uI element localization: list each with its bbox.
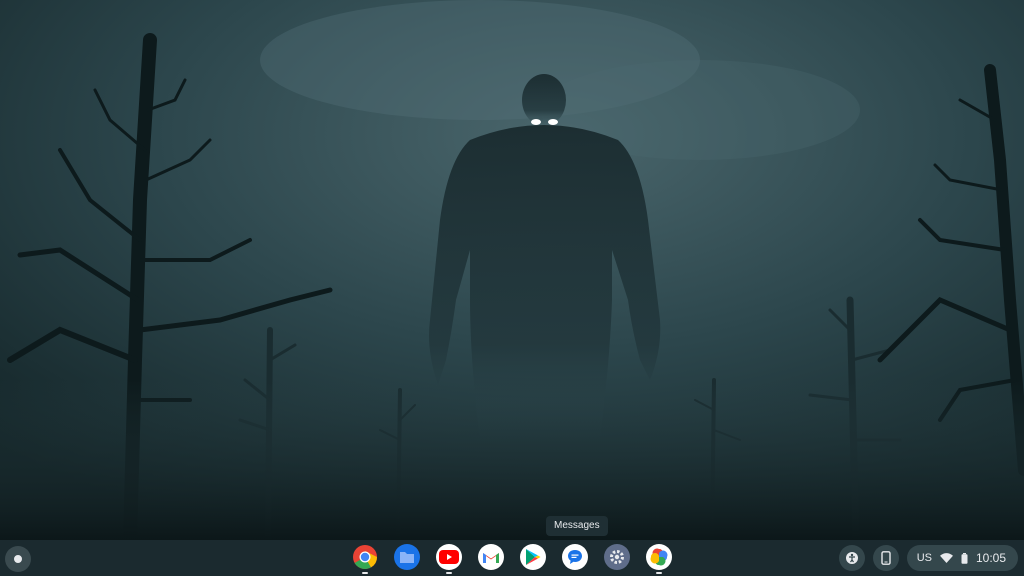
gmail-app[interactable] — [478, 544, 504, 570]
keyboard-layout-label: US — [916, 552, 932, 564]
youtube-icon — [436, 544, 462, 570]
phone-icon — [880, 551, 891, 565]
gmail-icon — [478, 544, 504, 570]
status-tray: US 10:05 — [838, 544, 1018, 572]
desktop-wallpaper — [0, 0, 1024, 540]
chrome-icon — [352, 544, 378, 570]
photos-icon — [646, 544, 672, 570]
phone-hub-button[interactable] — [872, 545, 899, 571]
running-indicator — [362, 572, 368, 574]
files-icon — [394, 544, 420, 570]
running-indicator — [446, 572, 452, 574]
messages-icon — [562, 544, 588, 570]
launcher-icon — [14, 555, 22, 563]
messages-app[interactable] — [562, 544, 588, 570]
launcher-button[interactable] — [5, 546, 31, 572]
settings-app[interactable] — [604, 544, 630, 570]
messages-tooltip: Messages — [546, 516, 608, 536]
play-store-app[interactable] — [520, 544, 546, 570]
chrome-app[interactable] — [352, 544, 378, 574]
system-status-area[interactable]: US 10:05 — [906, 545, 1018, 571]
app-dock — [352, 544, 672, 574]
photos-app[interactable] — [646, 544, 672, 574]
settings-icon — [604, 544, 630, 570]
play-store-icon — [520, 544, 546, 570]
shelf: US 10:05 — [0, 540, 1024, 576]
accessibility-button[interactable] — [838, 545, 865, 571]
clock-time: 10:05 — [975, 551, 1006, 565]
accessibility-icon — [845, 552, 858, 564]
running-indicator — [656, 572, 662, 574]
files-app[interactable] — [394, 544, 420, 570]
wifi-icon — [939, 553, 953, 563]
youtube-app[interactable] — [436, 544, 462, 574]
battery-icon — [961, 552, 968, 564]
